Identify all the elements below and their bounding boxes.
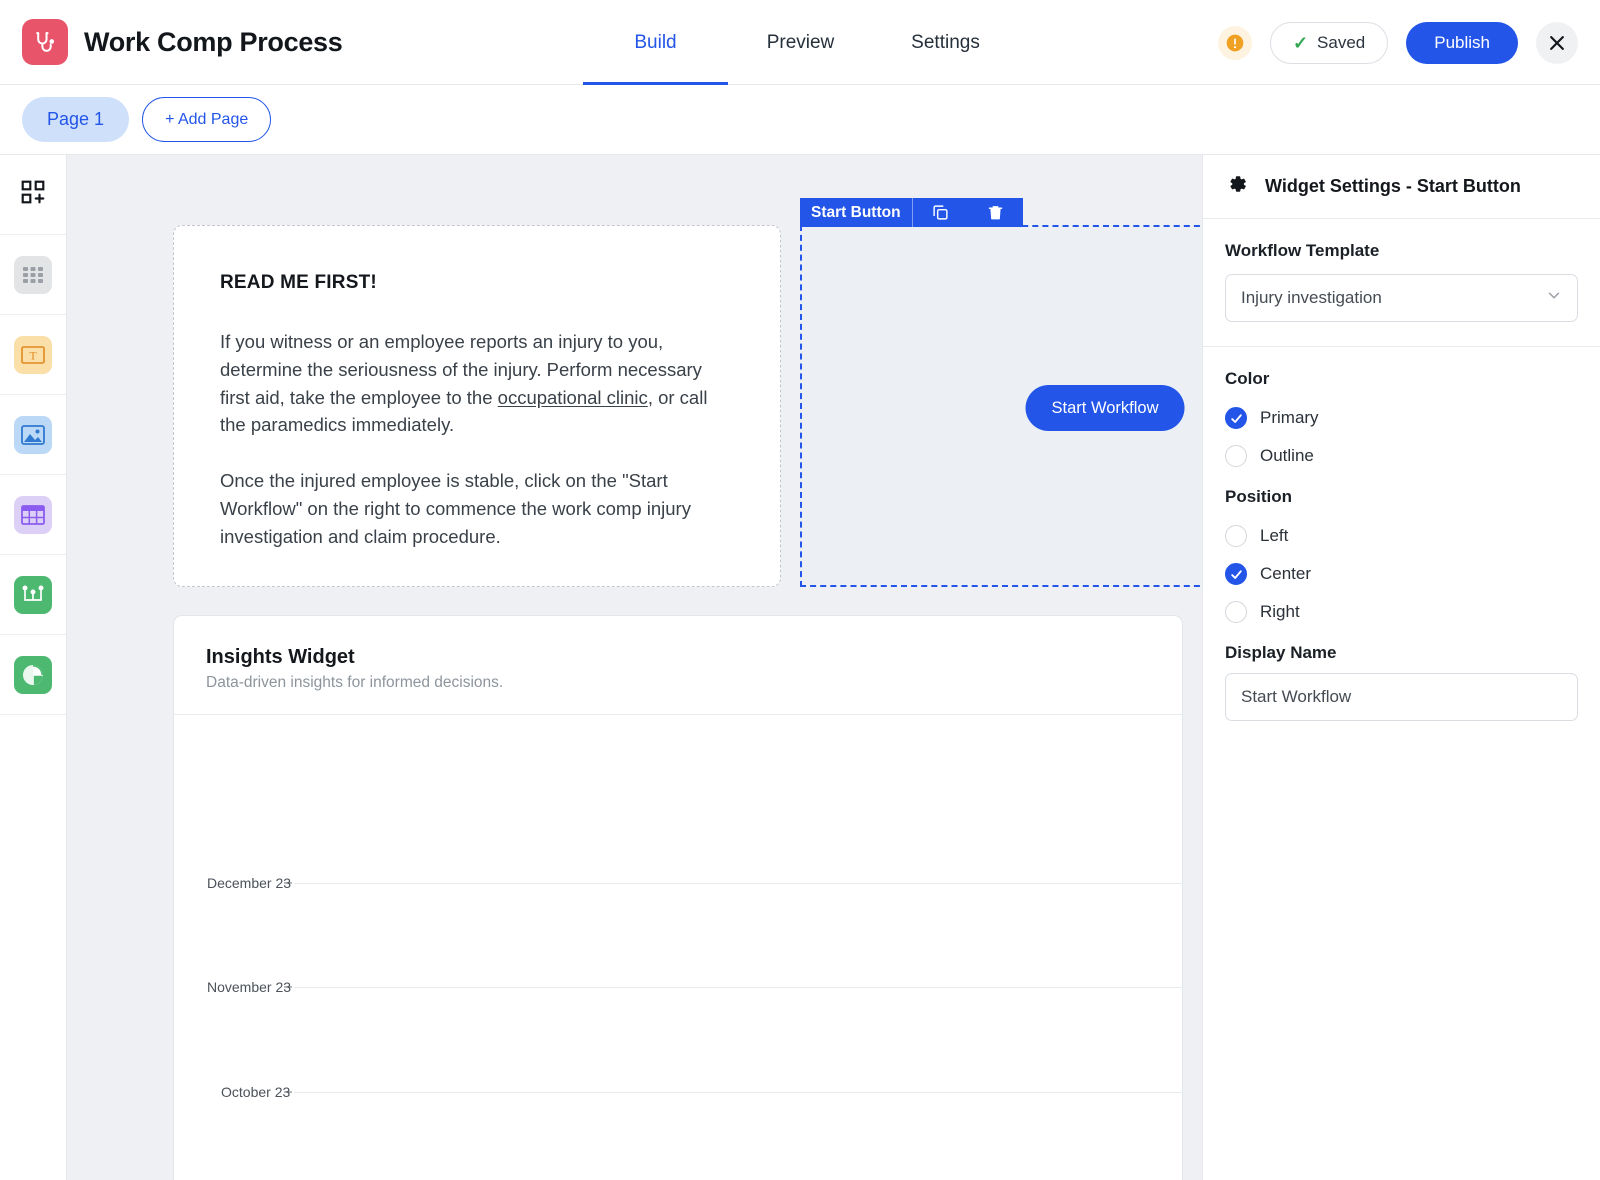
trash-icon[interactable] bbox=[968, 198, 1023, 227]
chevron-down-icon bbox=[1545, 287, 1563, 310]
readme-widget-body: READ ME FIRST! If you witness or an empl… bbox=[174, 226, 780, 550]
rail-item-image-widget[interactable] bbox=[0, 395, 66, 475]
radio-indicator-unchecked bbox=[1225, 525, 1247, 547]
chart-gridline bbox=[294, 987, 1182, 988]
radio-indicator-checked bbox=[1225, 563, 1247, 585]
insights-widget-title: Insights Widget bbox=[206, 646, 355, 668]
display-name-input[interactable] bbox=[1225, 673, 1578, 721]
radio-position-center[interactable]: Center bbox=[1225, 555, 1578, 593]
insights-widget[interactable]: Insights Widget Data-driven insights for… bbox=[173, 615, 1183, 1180]
radio-label-center: Center bbox=[1260, 564, 1312, 583]
chart-gridline bbox=[294, 883, 1182, 884]
rail-item-grid-widget[interactable] bbox=[0, 235, 66, 315]
readme-widget[interactable]: READ ME FIRST! If you witness or an empl… bbox=[173, 225, 781, 587]
widget-settings-title: Widget Settings - Start Button bbox=[1265, 176, 1521, 196]
start-button-widget[interactable]: Start Button Start Workflow bbox=[800, 198, 1202, 587]
widget-tool-rail: T bbox=[0, 155, 67, 1180]
image-widget-icon bbox=[14, 415, 52, 454]
radio-label-primary: Primary bbox=[1260, 408, 1319, 427]
radio-indicator-unchecked bbox=[1225, 601, 1247, 623]
occupational-clinic-link[interactable]: occupational clinic bbox=[498, 387, 648, 408]
app-root: Work Comp Process Build Preview Settings… bbox=[0, 0, 1600, 1180]
tab-settings[interactable]: Settings bbox=[873, 0, 1018, 85]
chart-gridline bbox=[294, 1092, 1182, 1093]
display-name-label: Display Name bbox=[1225, 643, 1337, 662]
copy-icon[interactable] bbox=[913, 198, 968, 227]
chart-ytick-label-1: November 23 bbox=[207, 979, 292, 995]
radio-color-primary[interactable]: Primary bbox=[1225, 399, 1578, 437]
chart-widget-icon bbox=[14, 655, 52, 694]
readme-paragraph-1: If you witness or an employee reports an… bbox=[220, 328, 734, 439]
svg-text:T: T bbox=[29, 348, 37, 362]
appearance-section: Color Primary Outline Position Left Cent… bbox=[1203, 347, 1600, 745]
radio-label-left: Left bbox=[1260, 526, 1289, 545]
tab-preview[interactable]: Preview bbox=[728, 0, 873, 85]
workflow-template-value: Injury investigation bbox=[1241, 288, 1382, 307]
widget-toolbar-label[interactable]: Start Button bbox=[800, 198, 913, 227]
rail-item-workflow-widget[interactable] bbox=[0, 555, 66, 635]
gear-icon bbox=[1225, 172, 1249, 201]
readme-heading: READ ME FIRST! bbox=[220, 272, 377, 293]
radio-label-right: Right bbox=[1260, 602, 1300, 621]
saved-status-button[interactable]: ✓ Saved bbox=[1269, 21, 1389, 64]
publish-button[interactable]: Publish bbox=[1406, 21, 1518, 64]
grid-widget-icon bbox=[14, 255, 52, 294]
workflow-template-select[interactable]: Injury investigation bbox=[1225, 274, 1578, 322]
chart-ytick-label-2: October 23 bbox=[221, 1084, 291, 1100]
page-tab-1[interactable]: Page 1 bbox=[22, 97, 130, 142]
readme-paragraph-2: Once the injured employee is stable, cli… bbox=[220, 470, 691, 547]
position-group-label: Position bbox=[1225, 487, 1293, 506]
chart-ytick-label-0: December 23 bbox=[207, 875, 292, 891]
radio-color-outline[interactable]: Outline bbox=[1225, 437, 1578, 475]
radio-position-left[interactable]: Left bbox=[1225, 517, 1578, 555]
start-workflow-button[interactable]: Start Workflow bbox=[1025, 385, 1185, 431]
workflow-widget-icon bbox=[14, 575, 52, 614]
add-widget-icon bbox=[20, 179, 46, 210]
widget-toolbar: Start Button bbox=[800, 198, 1023, 227]
builder-canvas: READ ME FIRST! If you witness or an empl… bbox=[67, 155, 1202, 1180]
main-nav-tabs: Build Preview Settings bbox=[583, 0, 1018, 85]
alert-circle-icon[interactable] bbox=[1217, 25, 1252, 60]
insights-widget-subtitle: Data-driven insights for informed decisi… bbox=[206, 674, 504, 691]
page-title: Work Comp Process bbox=[84, 26, 343, 57]
widget-settings-header: Widget Settings - Start Button bbox=[1203, 155, 1600, 219]
insights-widget-header: Insights Widget Data-driven insights for… bbox=[174, 616, 1182, 715]
rail-item-table-widget[interactable] bbox=[0, 475, 66, 555]
radio-label-outline: Outline bbox=[1260, 446, 1314, 465]
widget-settings-panel: Widget Settings - Start Button Workflow … bbox=[1202, 155, 1600, 1180]
radio-indicator-checked bbox=[1225, 407, 1247, 429]
tab-build[interactable]: Build bbox=[583, 0, 728, 85]
check-icon: ✓ bbox=[1292, 32, 1309, 53]
workflow-template-section: Workflow Template Injury investigation bbox=[1203, 219, 1600, 347]
rail-item-add-widget[interactable] bbox=[0, 155, 66, 235]
rail-item-text-widget[interactable]: T bbox=[0, 315, 66, 395]
close-icon[interactable] bbox=[1536, 21, 1578, 64]
top-bar: Work Comp Process Build Preview Settings… bbox=[0, 0, 1600, 85]
top-bar-actions: ✓ Saved Publish bbox=[1217, 0, 1578, 85]
stethoscope-icon bbox=[22, 19, 68, 65]
pages-bar: Page 1 + Add Page bbox=[0, 85, 1600, 155]
insights-chart: December 23 November 23 October 23 bbox=[174, 715, 1182, 1180]
saved-label: Saved bbox=[1317, 32, 1366, 52]
color-group-label: Color bbox=[1225, 369, 1270, 388]
rail-item-chart-widget[interactable] bbox=[0, 635, 66, 715]
brand: Work Comp Process bbox=[0, 19, 343, 65]
radio-indicator-unchecked bbox=[1225, 445, 1247, 467]
add-page-button[interactable]: + Add Page bbox=[142, 97, 272, 142]
table-widget-icon bbox=[14, 495, 52, 534]
radio-position-right[interactable]: Right bbox=[1225, 593, 1578, 631]
workflow-template-label: Workflow Template bbox=[1225, 241, 1380, 260]
text-widget-icon: T bbox=[14, 335, 52, 374]
